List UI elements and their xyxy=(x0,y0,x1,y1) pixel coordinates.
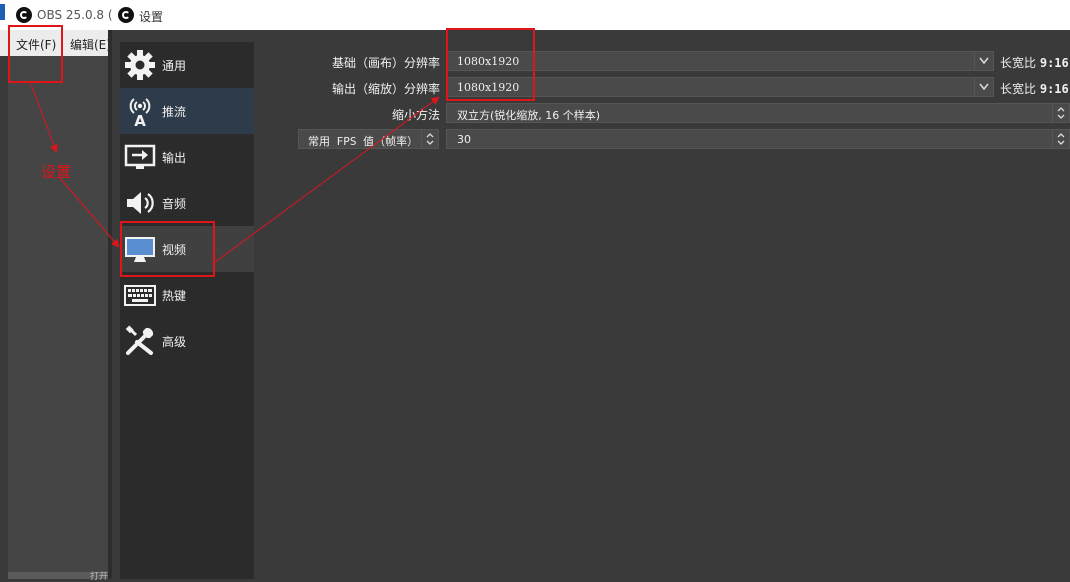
arrow-video-to-resolution xyxy=(214,96,440,263)
annotation-arrows xyxy=(30,83,440,263)
arrow-file-to-label xyxy=(30,83,58,153)
arrow-label-to-video xyxy=(59,177,120,248)
